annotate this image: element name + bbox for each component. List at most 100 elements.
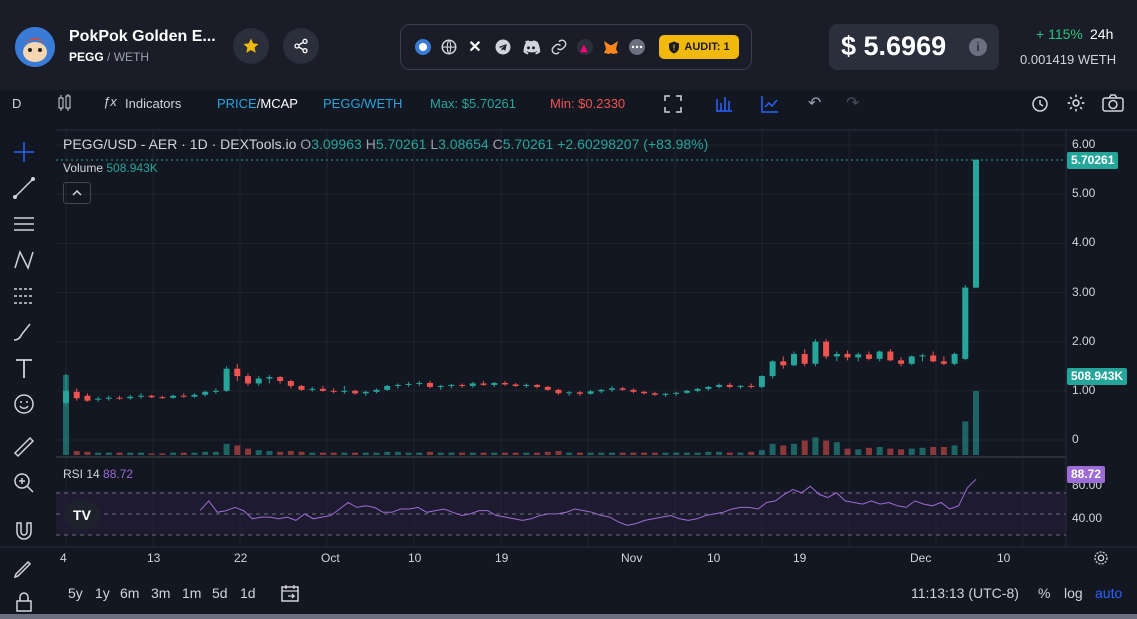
date-range-icon[interactable]: [280, 583, 300, 606]
favorite-button[interactable]: [233, 28, 269, 64]
volume-bar: [534, 452, 541, 455]
candle: [223, 368, 230, 391]
candle: [587, 391, 594, 394]
candle: [73, 391, 80, 399]
log-toggle[interactable]: log: [1064, 585, 1083, 601]
time-tick: 4: [60, 551, 67, 565]
axis-settings-icon[interactable]: [1093, 550, 1109, 571]
candle: [384, 385, 391, 390]
range-button-1y[interactable]: 1y: [95, 585, 110, 601]
star-icon: [243, 38, 259, 53]
rsi-legend: RSI 14 88.72: [63, 467, 133, 481]
volume-bar: [362, 452, 369, 455]
volume-bar: [962, 421, 969, 455]
volume-bar: [394, 451, 401, 455]
range-button-6m[interactable]: 6m: [120, 585, 139, 601]
price-chart[interactable]: [0, 90, 1137, 619]
volume-bar: [127, 452, 134, 455]
open-key: O: [300, 136, 312, 152]
close-value: 5.70261: [502, 136, 554, 152]
candle: [876, 351, 883, 359]
candle: [758, 376, 765, 387]
candle: [555, 389, 562, 394]
explorer-icon[interactable]: [413, 37, 433, 57]
symbol-label: PEGG/USD - AER · 1D · DEXTools.io: [63, 136, 297, 152]
volume-bar: [641, 452, 648, 455]
x-icon[interactable]: ✕: [465, 37, 485, 57]
percent-toggle[interactable]: %: [1038, 585, 1050, 601]
token-symbol: PEGG: [69, 50, 104, 64]
volume-bar: [726, 452, 733, 455]
volume-bar: [191, 452, 198, 455]
volume-bar: [833, 442, 840, 455]
volume-bar: [898, 449, 905, 455]
candle: [630, 389, 637, 392]
chart-widget: D ƒx Indicators PRICE/MCAP PEGG/WETH Max…: [0, 90, 1137, 619]
candle: [534, 384, 541, 387]
candle: [127, 396, 134, 399]
volume-bar: [405, 452, 412, 455]
time-tick: 19: [495, 551, 509, 565]
volume-bar: [448, 452, 455, 455]
audit-badge[interactable]: AUDIT: 1: [659, 35, 739, 59]
auto-toggle[interactable]: auto: [1095, 585, 1122, 601]
candle: [362, 391, 369, 394]
svg-text:▲: ▲: [580, 43, 588, 54]
volume-bar: [769, 443, 776, 455]
link-icon[interactable]: [549, 37, 569, 57]
discord-icon[interactable]: [521, 37, 541, 57]
range-button-5y[interactable]: 5y: [68, 585, 83, 601]
candle: [501, 382, 508, 385]
volume-bar: [341, 452, 348, 455]
candle: [459, 384, 466, 386]
time-tick: Oct: [321, 551, 340, 565]
volume-bar: [598, 452, 605, 455]
globe-icon[interactable]: [439, 37, 459, 57]
candle: [105, 397, 112, 399]
volume-bar: [459, 452, 466, 455]
range-button-5d[interactable]: 5d: [212, 585, 228, 601]
volume-bar: [812, 437, 819, 455]
volume-bar: [919, 447, 926, 455]
more-icon[interactable]: [627, 37, 647, 57]
candle: [330, 390, 337, 392]
tradingview-logo[interactable]: TV: [64, 500, 100, 530]
close-key: C: [492, 136, 503, 152]
candle: [437, 385, 444, 387]
resize-bar[interactable]: [0, 614, 1137, 619]
volume-bar: [180, 452, 187, 455]
range-button-3m[interactable]: 3m: [151, 585, 170, 601]
volume-bar: [373, 452, 380, 455]
volume-bar: [255, 450, 262, 455]
candle: [716, 384, 723, 387]
candle: [576, 392, 583, 394]
share-button[interactable]: [283, 28, 319, 64]
volume-bar: [137, 452, 144, 455]
volume-bar: [801, 440, 808, 455]
candle: [705, 386, 712, 389]
range-button-1m[interactable]: 1m: [182, 585, 201, 601]
telegram-icon[interactable]: [493, 37, 513, 57]
token-pair: PEGG / WETH: [69, 50, 149, 64]
chevron-up-icon: [72, 190, 82, 196]
volume-bar: [566, 452, 573, 455]
candle: [919, 355, 926, 357]
volume-bar: [298, 451, 305, 455]
candle: [159, 397, 166, 399]
collapse-legend-button[interactable]: [63, 182, 91, 204]
candle: [769, 361, 776, 377]
clock-time[interactable]: 11:13:13 (UTC-8): [911, 585, 1019, 601]
volume-bar: [619, 452, 626, 455]
metamask-icon[interactable]: [601, 37, 621, 57]
candle: [405, 383, 412, 385]
volume-bar: [587, 452, 594, 455]
info-icon[interactable]: i: [969, 38, 987, 56]
top-bar: PokPok Golden E... PEGG / WETH ✕ ▲ AUDIT…: [0, 0, 1137, 90]
candle: [63, 390, 69, 404]
range-button-1d[interactable]: 1d: [240, 585, 256, 601]
rsi-value: 88.72: [103, 467, 134, 481]
uniswap-icon[interactable]: ▲: [575, 37, 595, 57]
token-name: PokPok Golden E...: [69, 28, 216, 45]
candle: [908, 356, 915, 364]
candle: [170, 395, 177, 398]
